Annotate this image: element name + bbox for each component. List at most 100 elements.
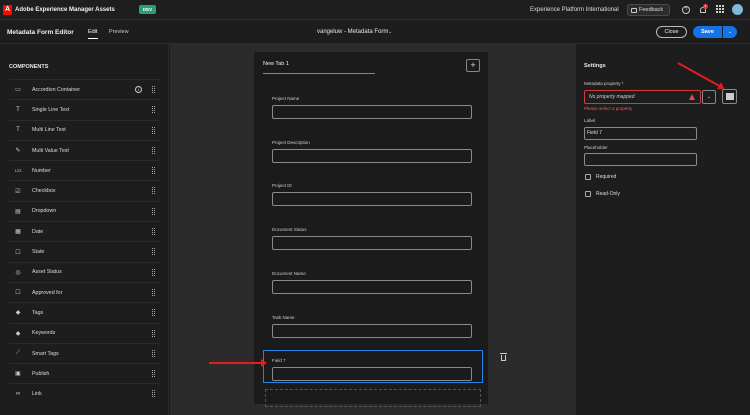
component-item[interactable]: ✎ Multi Value Text [9,139,160,160]
component-item[interactable]: ◎ Asset Status [9,261,160,282]
tab-preview[interactable]: Preview [109,29,129,35]
form-field-input[interactable] [272,149,472,163]
drag-handle-icon[interactable] [152,187,155,195]
tab-new-tab-1[interactable]: New Tab 1 [263,61,289,67]
form-field[interactable]: Project Description [272,140,472,163]
form-field[interactable]: Project Name [272,96,472,119]
notifications-bell-icon[interactable]: 4 [699,4,708,14]
close-button[interactable]: Close [656,26,687,38]
component-item[interactable]: ◆ Keywords [9,322,160,343]
save-button[interactable]: Save [693,26,722,38]
form-field[interactable]: Document Name [272,271,472,294]
form-canvas: New Tab 1 + Project Name Project Descript… [170,44,575,415]
component-label: Number [32,167,51,174]
component-item[interactable]: ▤ Dropdown [9,200,160,221]
label-field-label: Label [584,118,596,123]
component-item[interactable]: ◆ Tags [9,302,160,322]
delete-icon[interactable] [500,353,507,361]
drag-handle-icon[interactable] [152,86,155,93]
form-field-input[interactable] [272,192,472,206]
top-nav-bar: A Adobe Experience Manager Assets DEV Ex… [0,0,750,20]
keyword-icon: ◆ [15,330,21,337]
metadata-property-value: No property mapped [589,94,635,100]
form-field-label: Document Status [272,227,307,232]
label-input[interactable]: Field 7 [584,127,697,140]
component-item[interactable]: ⟋ Smart Tags [9,342,160,363]
form-field[interactable]: Field 7 [272,358,472,381]
state-icon: ☐ [15,249,21,256]
text-icon: T [16,106,20,113]
drag-handle-icon[interactable] [152,248,155,256]
form-field-input[interactable] [272,324,472,338]
metadata-property-input[interactable]: No property mapped [584,90,701,104]
help-icon[interactable]: ? [682,6,690,14]
component-label: Asset Status [32,269,62,276]
drag-handle-icon[interactable] [152,288,155,296]
app-title[interactable]: Adobe Experience Manager Assets [15,7,115,13]
app-switcher-grid-icon[interactable] [716,5,724,13]
drag-handle-icon[interactable] [152,106,155,114]
page-title: Metadata Form Editor [7,29,74,36]
editor-header: Metadata Form Editor Edit Preview vangel… [0,20,750,44]
required-checkbox[interactable]: Required [585,174,616,180]
component-item[interactable]: T Multi Line Text [9,119,160,140]
placeholder-input[interactable] [584,153,697,166]
number-icon: 123 [14,168,22,174]
info-icon[interactable]: i [135,86,142,93]
component-item[interactable]: ☐ Approved for [9,281,160,302]
property-error-message: Please select a property [584,106,633,111]
readonly-checkbox[interactable]: Read-Only [585,191,620,197]
component-item[interactable]: ☐ State [9,241,160,261]
save-options-button[interactable]: ⌄ [723,26,737,38]
component-item[interactable]: ∞ Link [9,383,160,403]
schema-browser-button[interactable] [722,89,737,104]
settings-heading: Settings [584,63,606,69]
status-icon: ◎ [15,269,21,276]
drag-handle-icon[interactable] [152,268,155,276]
user-avatar[interactable] [732,4,743,15]
component-item[interactable]: ▦ Date [9,221,160,241]
adobe-logo-icon[interactable]: A [3,5,12,15]
form-field[interactable]: Project ID [272,183,472,206]
drag-handle-icon[interactable] [152,390,155,398]
approved-icon: ☐ [15,290,21,297]
metadata-property-label: Metadata property * [584,81,624,86]
drag-handle-icon[interactable] [152,228,155,236]
component-label: Link [32,391,42,398]
tag-edit-icon: ✎ [15,148,21,155]
form-field[interactable]: Document Status [272,227,472,250]
component-item[interactable]: ☑ Checkbox [9,180,160,200]
drop-zone[interactable] [265,389,481,407]
org-switcher[interactable]: Experience Platform International [530,7,619,13]
drag-handle-icon[interactable] [152,370,155,378]
add-tab-button[interactable]: + [466,59,480,72]
drag-handle-icon[interactable] [152,207,155,215]
component-label: Multi Value Text [32,147,69,154]
drag-handle-icon[interactable] [152,349,155,357]
component-item[interactable]: 123 Number [9,160,160,180]
chevron-down-icon[interactable]: ⌄ [388,29,392,35]
drag-handle-icon[interactable] [152,126,155,134]
form-field-input[interactable] [272,367,472,381]
form-field-label: Project ID [272,183,292,188]
placeholder-field-label: Placeholder [584,145,608,150]
drag-handle-icon[interactable] [152,309,155,317]
feedback-label: Feedback [639,7,664,13]
feedback-button[interactable]: Feedback [627,4,670,16]
component-item[interactable]: ▣ Publish [9,363,160,383]
form-name-picker[interactable]: vangeluw - Metadata Form [317,29,388,35]
form-field-input[interactable] [272,236,472,250]
tab-edit[interactable]: Edit [88,29,97,35]
component-label: State [32,249,45,256]
drag-handle-icon[interactable] [152,329,155,337]
form-field[interactable]: Task Name [272,315,472,338]
drag-handle-icon[interactable] [152,167,155,175]
checkbox-icon: ☑ [15,188,21,195]
component-item[interactable]: T Single Line Text [9,99,160,119]
component-item[interactable]: ▭ Accordion Container i [9,79,160,99]
alert-icon [689,94,695,100]
drag-handle-icon[interactable] [152,146,155,154]
form-field-input[interactable] [272,280,472,294]
form-field-input[interactable] [272,105,472,119]
metadata-property-dropdown-button[interactable]: ⌄ [702,90,716,104]
